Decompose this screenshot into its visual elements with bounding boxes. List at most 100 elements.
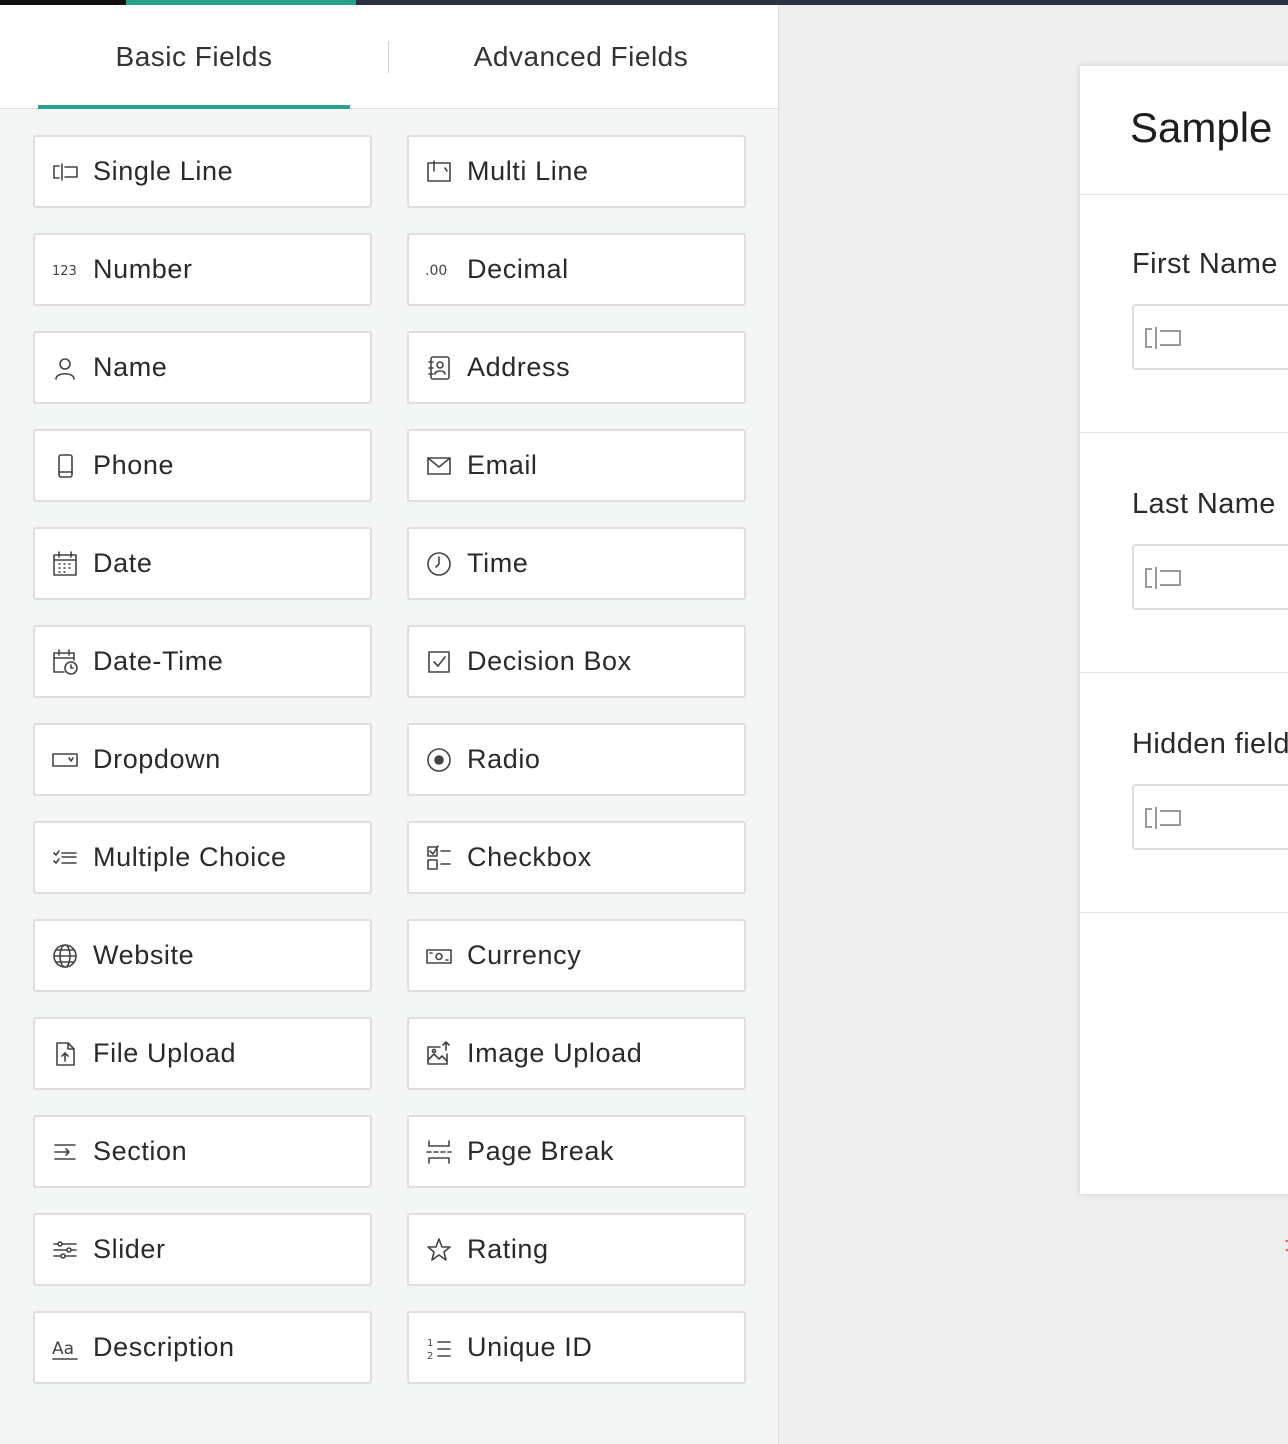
field-tabs: Basic Fields Advanced Fields	[0, 5, 778, 109]
field-button-page-break[interactable]: Page Break	[407, 1115, 746, 1188]
field-button-label: Name	[93, 352, 168, 382]
numbered-list-icon: 12	[423, 1332, 455, 1364]
envelope-icon	[423, 450, 455, 482]
field-button-label: Page Break	[467, 1136, 615, 1166]
field-button-label: Description	[93, 1332, 235, 1362]
slider-icon	[49, 1234, 81, 1266]
field-button-label: Website	[93, 940, 195, 970]
field-button-phone[interactable]: Phone	[33, 429, 372, 502]
field-button-label: Image Upload	[467, 1038, 643, 1068]
dropdown-icon	[49, 744, 81, 776]
star-icon	[423, 1234, 455, 1266]
field-button-multiple-choice[interactable]: Multiple Choice	[33, 821, 372, 894]
field-palette-panel: Basic Fields Advanced Fields Single Line…	[0, 5, 779, 1444]
multi-line-icon	[423, 156, 455, 188]
checkbox-list-icon	[423, 842, 455, 874]
tab-advanced-fields[interactable]: Advanced Fields	[390, 5, 772, 109]
multiple-choice-icon	[49, 842, 81, 874]
field-button-file-upload[interactable]: File Upload	[33, 1017, 372, 1090]
field-button-date[interactable]: Date	[33, 527, 372, 600]
field-button-rating[interactable]: Rating	[407, 1213, 746, 1286]
svg-text:Aa: Aa	[52, 1339, 74, 1359]
field-button-label: Number	[93, 254, 193, 284]
number-icon: 123	[49, 254, 81, 286]
field-button-label: Address	[467, 352, 571, 382]
field-button-label: Decimal	[467, 254, 569, 284]
field-button-image-upload[interactable]: Image Upload	[407, 1017, 746, 1090]
field-button-single-line[interactable]: Single Line	[33, 135, 372, 208]
form-divider	[1080, 194, 1288, 195]
radio-icon	[423, 744, 455, 776]
field-button-checkbox[interactable]: Checkbox	[407, 821, 746, 894]
field-button-dropdown[interactable]: Dropdown	[33, 723, 372, 796]
required-marker-partial: :	[1284, 1234, 1288, 1256]
file-upload-icon	[49, 1038, 81, 1070]
field-button-label: Date-Time	[93, 646, 224, 676]
form-divider	[1080, 672, 1288, 673]
field-button-label: Multi Line	[467, 156, 589, 186]
field-button-website[interactable]: Website	[33, 919, 372, 992]
field-button-section[interactable]: Section	[33, 1115, 372, 1188]
single-line-icon	[49, 156, 81, 188]
field-button-description[interactable]: Aa Description	[33, 1311, 372, 1384]
phone-icon	[49, 450, 81, 482]
field-button-decision-box[interactable]: Decision Box	[407, 625, 746, 698]
field-button-unique-id[interactable]: 1 2 Unique ID	[407, 1311, 746, 1384]
banknote-icon	[423, 940, 455, 972]
calendar-icon	[49, 548, 81, 580]
form-field-label-hidden-field: Hidden field	[1132, 728, 1288, 760]
field-button-radio[interactable]: Radio	[407, 723, 746, 796]
hidden-field-input[interactable]	[1132, 784, 1288, 850]
field-button-address[interactable]: Address	[407, 331, 746, 404]
single-line-icon	[1145, 567, 1181, 589]
address-book-icon	[423, 352, 455, 384]
image-upload-icon	[423, 1038, 455, 1070]
field-button-label: Rating	[467, 1234, 549, 1264]
section-icon	[49, 1136, 81, 1168]
globe-icon	[49, 940, 81, 972]
field-button-label: Multiple Choice	[93, 842, 287, 872]
field-button-slider[interactable]: Slider	[33, 1213, 372, 1286]
svg-text:2: 2	[427, 1351, 433, 1362]
field-button-time[interactable]: Time	[407, 527, 746, 600]
checked-box-icon	[423, 646, 455, 678]
form-title: Sample I	[1130, 104, 1288, 151]
field-button-date-time[interactable]: Date-Time	[33, 625, 372, 698]
calendar-clock-icon	[49, 646, 81, 678]
field-button-decimal[interactable]: .00 Decimal	[407, 233, 746, 306]
svg-text:.00: .00	[425, 263, 447, 279]
form-divider	[1080, 912, 1288, 913]
field-button-label: Phone	[93, 450, 175, 480]
field-button-label: Currency	[467, 940, 582, 970]
field-button-label: Single Line	[93, 156, 234, 186]
field-button-label: Dropdown	[93, 744, 221, 774]
field-button-label: Unique ID	[467, 1332, 593, 1362]
tab-basic-fields[interactable]: Basic Fields	[38, 5, 350, 109]
field-button-label: Radio	[467, 744, 541, 774]
decimal-icon: .00	[423, 254, 455, 286]
person-icon	[49, 352, 81, 384]
field-button-label: Section	[93, 1136, 188, 1166]
field-button-multi-line[interactable]: Multi Line	[407, 135, 746, 208]
field-button-label: File Upload	[93, 1038, 237, 1068]
page-break-icon	[423, 1136, 455, 1168]
field-button-label: Email	[467, 450, 538, 480]
field-button-email[interactable]: Email	[407, 429, 746, 502]
single-line-icon	[1145, 807, 1181, 829]
first-name-input[interactable]	[1132, 304, 1288, 370]
tab-divider	[388, 41, 389, 73]
svg-text:123: 123	[52, 264, 77, 279]
last-name-input[interactable]	[1132, 544, 1288, 610]
field-button-label: Decision Box	[467, 646, 632, 676]
field-button-name[interactable]: Name	[33, 331, 372, 404]
form-field-label-last-name: Last Name	[1132, 488, 1276, 520]
field-button-label: Date	[93, 548, 153, 578]
field-button-currency[interactable]: Currency	[407, 919, 746, 992]
field-button-number[interactable]: 123 Number	[33, 233, 372, 306]
field-button-label: Slider	[93, 1234, 166, 1264]
form-preview-card: Sample I First Name Last Name Hidden fie…	[1080, 66, 1288, 1194]
form-field-label-first-name: First Name	[1132, 248, 1278, 280]
svg-text:1: 1	[427, 1338, 433, 1349]
field-button-label: Checkbox	[467, 842, 592, 872]
text-aa-icon: Aa	[49, 1332, 81, 1364]
